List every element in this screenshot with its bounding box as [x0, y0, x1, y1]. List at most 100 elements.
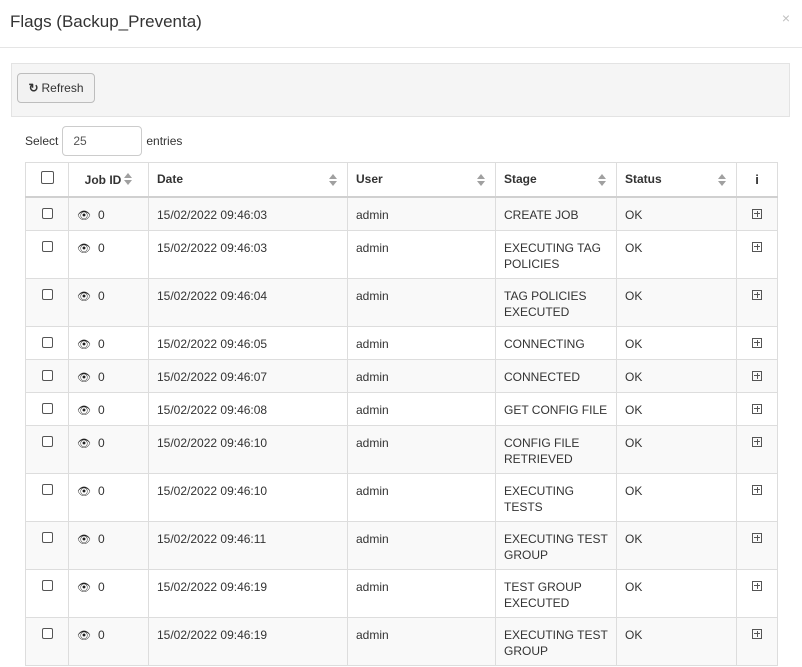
plus-square-icon[interactable] [752, 532, 762, 543]
date-cell: 15/02/2022 09:46:03 [148, 229, 348, 279]
stage-cell: CREATE JOB [495, 196, 617, 231]
user-cell: admin [347, 229, 496, 279]
select-all-checkbox[interactable] [40, 171, 54, 185]
job-id-value: 0 [97, 483, 105, 498]
date-cell: 15/02/2022 09:46:11 [148, 520, 348, 570]
user-cell: admin [347, 616, 496, 666]
column-date[interactable]: Date [148, 162, 348, 198]
eye-icon[interactable]: 👁 [77, 582, 91, 594]
row-checkbox[interactable] [41, 369, 53, 381]
row-select-cell [25, 568, 69, 618]
refresh-button[interactable]: ↻ Refresh [17, 73, 95, 103]
eye-icon[interactable]: 👁 [77, 438, 91, 450]
job-id-value: 0 [97, 579, 105, 594]
row-checkbox[interactable] [41, 435, 53, 447]
job-id-value: 0 [97, 207, 105, 222]
eye-icon[interactable]: 👁 [77, 291, 91, 303]
row-checkbox[interactable] [41, 336, 53, 348]
column-stage-label: Stage [504, 172, 537, 187]
job-id-cell: 👁 0 [68, 568, 149, 618]
row-checkbox[interactable] [41, 402, 53, 414]
row-select-cell [25, 229, 69, 279]
column-user[interactable]: User [347, 162, 496, 198]
user-cell: admin [347, 520, 496, 570]
stage-cell: EXECUTING TESTS [495, 472, 617, 522]
expand-cell [736, 520, 778, 570]
job-id-cell: 👁 0 [68, 229, 149, 279]
column-info: i [736, 162, 778, 198]
date-cell: 15/02/2022 09:46:10 [148, 424, 348, 474]
plus-square-icon[interactable] [752, 337, 762, 348]
eye-icon[interactable]: 👁 [77, 372, 91, 384]
expand-cell [736, 472, 778, 522]
row-checkbox[interactable] [41, 483, 53, 495]
date-cell: 15/02/2022 09:46:19 [148, 568, 348, 618]
row-checkbox[interactable] [41, 627, 53, 639]
plus-square-icon[interactable] [752, 403, 762, 414]
refresh-icon: ↻ [28, 81, 39, 95]
row-select-cell [25, 358, 69, 393]
job-id-value: 0 [97, 435, 105, 450]
expand-cell [736, 358, 778, 393]
sort-icon [329, 174, 337, 186]
eye-icon[interactable]: 👁 [77, 630, 91, 642]
date-cell: 15/02/2022 09:46:05 [148, 325, 348, 360]
entries-input[interactable] [62, 126, 143, 156]
status-cell: OK [616, 325, 737, 360]
close-icon[interactable]: × [782, 10, 790, 26]
table-row: 👁 0 15/02/2022 09:46:19 admin EXECUTING TEST… [25, 616, 778, 666]
row-checkbox[interactable] [41, 531, 53, 543]
eye-icon[interactable]: 👁 [77, 486, 91, 498]
table-row: 👁 0 15/02/2022 09:46:03 admin EXECUTING TAG … [25, 229, 778, 279]
plus-square-icon[interactable] [752, 580, 762, 591]
row-checkbox[interactable] [41, 288, 53, 300]
eye-icon[interactable]: 👁 [77, 210, 91, 222]
info-icon: i [755, 171, 759, 187]
toolbar: ↻ Refresh [11, 63, 790, 117]
status-cell: OK [616, 424, 737, 474]
eye-icon[interactable]: 👁 [77, 534, 91, 546]
job-id-cell: 👁 0 [68, 358, 149, 393]
stage-cell: CONNECTED [495, 358, 617, 393]
column-status[interactable]: Status [616, 162, 737, 198]
expand-cell [736, 196, 778, 231]
plus-square-icon[interactable] [752, 241, 762, 252]
stage-cell: GET CONFIG FILE [495, 391, 617, 426]
row-select-cell [25, 520, 69, 570]
status-cell: OK [616, 196, 737, 231]
table-row: 👁 0 15/02/2022 09:46:03 admin CREATE JOB OK [25, 196, 778, 231]
table-row: 👁 0 15/02/2022 09:46:11 admin EXECUTING TEST… [25, 520, 778, 570]
plus-square-icon[interactable] [752, 436, 762, 447]
job-id-cell: 👁 0 [68, 196, 149, 231]
status-cell: OK [616, 472, 737, 522]
plus-square-icon[interactable] [752, 208, 762, 219]
row-checkbox[interactable] [41, 579, 53, 591]
row-checkbox[interactable] [41, 240, 53, 252]
stage-cell: TAG POLICIES EXECUTED [495, 277, 617, 327]
table-row: 👁 0 15/02/2022 09:46:05 admin CONNECTING OK [25, 325, 778, 360]
eye-icon[interactable]: 👁 [77, 243, 91, 255]
column-stage[interactable]: Stage [495, 162, 617, 198]
row-select-cell [25, 616, 69, 666]
user-cell: admin [347, 424, 496, 474]
job-id-cell: 👁 0 [68, 391, 149, 426]
user-cell: admin [347, 391, 496, 426]
entries-selector: Select entries [25, 126, 182, 156]
eye-icon[interactable]: 👁 [77, 405, 91, 417]
column-job-id[interactable]: Job ID [68, 162, 149, 198]
stage-cell: CONFIG FILE RETRIEVED [495, 424, 617, 474]
plus-square-icon[interactable] [752, 484, 762, 495]
sort-icon [598, 174, 606, 186]
modal-header: Flags (Backup_Preventa) × [0, 0, 802, 48]
plus-square-icon[interactable] [752, 628, 762, 639]
job-id-value: 0 [97, 627, 105, 642]
modal-title: Flags (Backup_Preventa) [10, 12, 202, 31]
expand-cell [736, 325, 778, 360]
eye-icon[interactable]: 👁 [77, 339, 91, 351]
plus-square-icon[interactable] [752, 289, 762, 300]
user-cell: admin [347, 358, 496, 393]
row-checkbox[interactable] [41, 207, 53, 219]
column-user-label: User [356, 172, 383, 187]
row-select-cell [25, 325, 69, 360]
plus-square-icon[interactable] [752, 370, 762, 381]
